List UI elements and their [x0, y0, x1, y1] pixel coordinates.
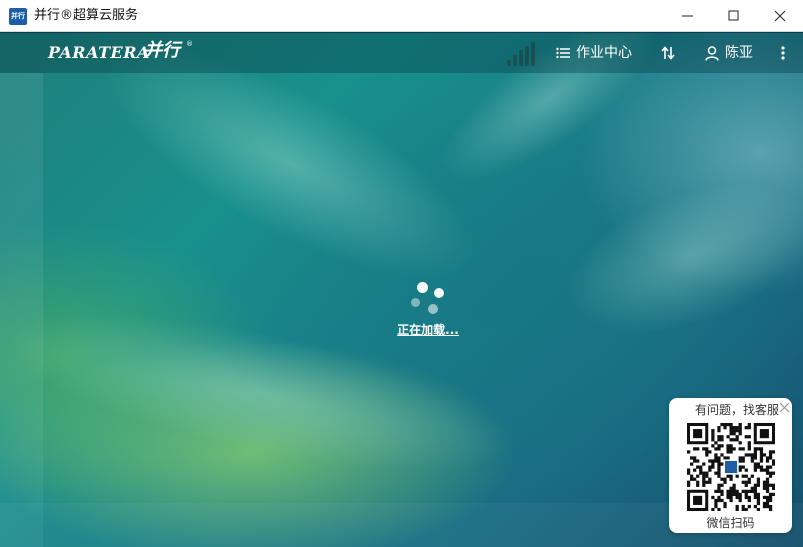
signal-strength-icon	[507, 42, 535, 66]
support-title: 有问题，找客服	[694, 403, 779, 417]
paratera-logo[interactable]: PARATERA	[48, 41, 150, 65]
app-area: PARATERA 并行 ® 作业中心 陈亚 正在加载... 有问题，找客服 微信…	[0, 33, 803, 547]
job-center-button[interactable]: 作业中心	[556, 33, 632, 73]
maximize-button[interactable]	[711, 0, 757, 32]
background-streak	[71, 33, 509, 324]
more-options-button[interactable]	[781, 33, 791, 73]
minimize-icon	[682, 15, 693, 17]
transfer-button[interactable]	[661, 33, 681, 73]
app-header: PARATERA 并行 ® 作业中心 陈亚	[0, 33, 803, 73]
left-sidebar-band	[0, 73, 43, 547]
logo-registered-mark: ®	[186, 40, 193, 48]
window-titlebar: 并行 并行®超算云服务	[0, 0, 803, 32]
support-close-icon[interactable]	[779, 402, 790, 413]
more-vertical-icon	[781, 46, 785, 60]
job-center-label: 作业中心	[576, 45, 632, 61]
list-icon	[556, 47, 570, 59]
loading-spinner-icon	[405, 281, 451, 321]
background-streak	[545, 152, 803, 364]
maximize-icon	[728, 10, 739, 21]
user-menu-button[interactable]: 陈亚	[705, 33, 753, 73]
close-icon	[774, 10, 786, 22]
support-qr-card: 有问题，找客服 微信扫码	[669, 398, 792, 533]
support-scan-label: 微信扫码	[706, 516, 755, 530]
user-name: 陈亚	[725, 45, 753, 61]
logo-chinese: 并行	[144, 40, 180, 61]
sort-arrows-icon	[661, 46, 675, 60]
minimize-button[interactable]	[665, 0, 711, 32]
app-icon: 并行	[9, 8, 27, 25]
wechat-qr-code	[687, 423, 775, 511]
close-window-button[interactable]	[757, 0, 803, 32]
loading-text: 正在加载...	[397, 323, 459, 337]
window-title: 并行®超算云服务	[34, 8, 139, 23]
app-icon-text: 并行	[11, 12, 25, 20]
user-icon	[705, 45, 719, 61]
